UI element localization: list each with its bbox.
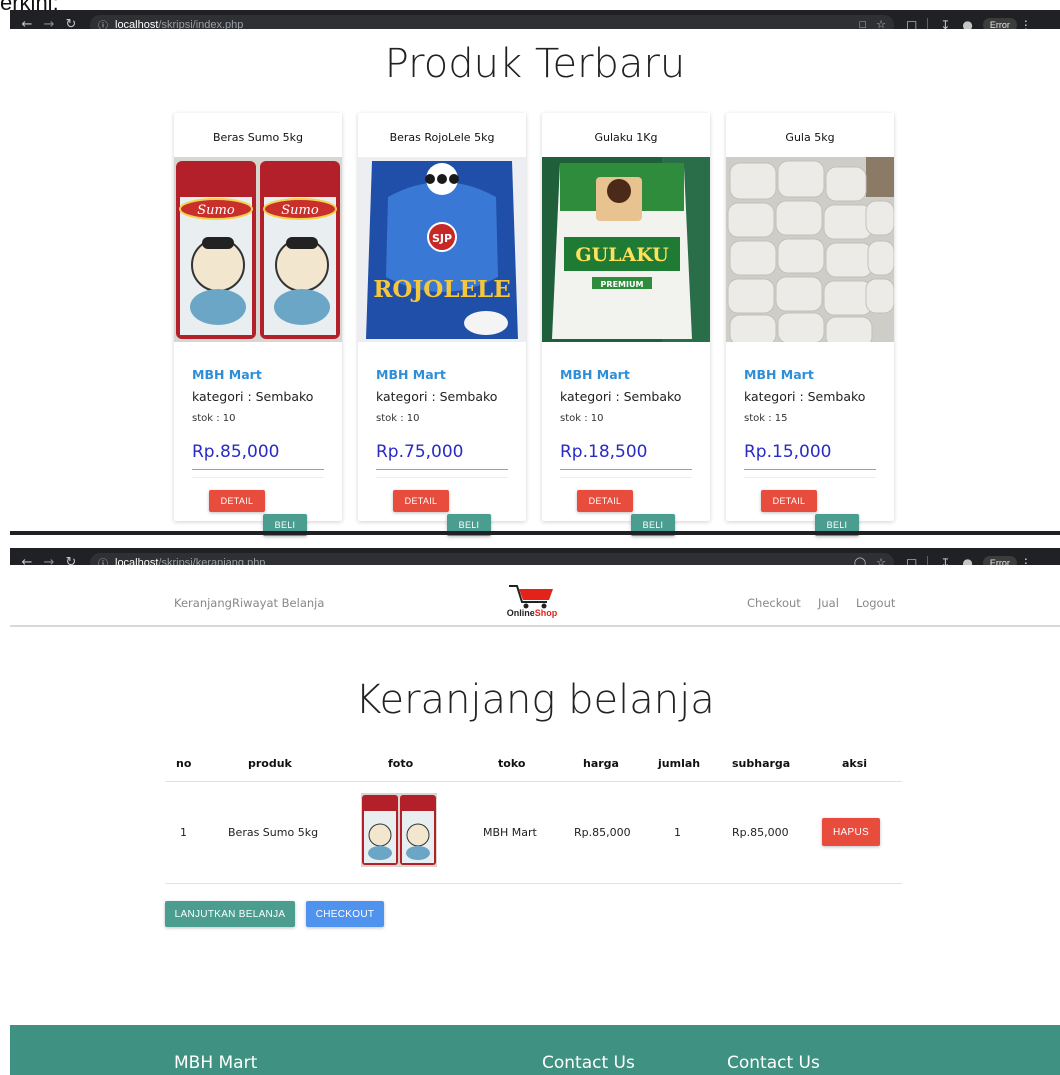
logo-text: OnlineShop bbox=[506, 608, 558, 618]
cart-page: Keranjang Riwayat Belanja OnlineShop Che… bbox=[10, 565, 1060, 1075]
product-name: Beras Sumo 5kg bbox=[212, 131, 304, 144]
nav-link-checkout[interactable]: Checkout bbox=[747, 596, 801, 610]
screenshot-divider bbox=[10, 531, 1060, 535]
product-stock: stok : 10 bbox=[376, 413, 420, 424]
products-page: Produk Terbaru Beras Sumo 5kg Sumo Sumo bbox=[10, 29, 1060, 536]
divider bbox=[560, 477, 692, 478]
price-underline bbox=[560, 469, 692, 470]
product-image[interactable] bbox=[726, 157, 894, 342]
column-header: foto bbox=[388, 757, 414, 770]
divider bbox=[376, 477, 508, 478]
nav-link-riwayat-belanja[interactable]: Riwayat Belanja bbox=[232, 596, 324, 610]
nav-link-jual[interactable]: Jual bbox=[818, 596, 839, 610]
product-category: kategori : Sembako bbox=[744, 389, 866, 404]
page-title: Produk Terbaru bbox=[384, 41, 686, 87]
product-photo bbox=[361, 793, 437, 867]
cell-store: MBH Mart bbox=[483, 826, 537, 839]
sumo-logo-text: Sumo bbox=[197, 203, 235, 218]
price-underline bbox=[744, 469, 876, 470]
premium-label-text: PREMIUM bbox=[601, 280, 644, 289]
product-stock: stok : 15 bbox=[744, 413, 788, 424]
site-footer: MBH Mart Contact Us Contact Us bbox=[10, 1025, 1060, 1075]
footer-contact-heading: Contact Us bbox=[727, 1053, 820, 1073]
divider bbox=[192, 477, 324, 478]
product-image[interactable]: SJP ROJOLELE bbox=[358, 157, 526, 342]
product-card: Gulaku 1Kg GULAKU PREMIUM MBH Mart kateg… bbox=[542, 113, 710, 536]
product-card: Beras RojoLele 5kg SJP ROJOLELE MBH Mart… bbox=[358, 113, 526, 536]
column-header: no bbox=[176, 757, 192, 770]
rojolele-logo-text: ROJOLELE bbox=[373, 276, 510, 303]
footer-contact-heading: Contact Us bbox=[542, 1053, 635, 1073]
divider bbox=[744, 477, 876, 478]
product-name: Beras RojoLele 5kg bbox=[389, 131, 495, 144]
cell-qty: 1 bbox=[674, 826, 681, 839]
shopping-cart-icon bbox=[509, 585, 553, 609]
detail-button[interactable]: DETAIL bbox=[209, 490, 265, 512]
table-header-rule bbox=[165, 781, 902, 782]
column-header: toko bbox=[498, 757, 526, 770]
site-logo[interactable]: OnlineShop bbox=[497, 582, 567, 622]
remove-button[interactable]: HAPUS bbox=[822, 818, 880, 846]
column-header: produk bbox=[248, 757, 292, 770]
store-name[interactable]: MBH Mart bbox=[560, 367, 630, 382]
nav-link-logout[interactable]: Logout bbox=[856, 596, 895, 610]
continue-shopping-button[interactable]: LANJUTKAN BELANJA bbox=[165, 901, 295, 927]
product-name: Gulaku 1Kg bbox=[594, 131, 658, 144]
price-underline bbox=[192, 469, 324, 470]
product-stock: stok : 10 bbox=[560, 413, 604, 424]
checkout-button[interactable]: CHECKOUT bbox=[306, 901, 384, 927]
product-price: Rp.15,000 bbox=[744, 442, 832, 462]
store-name[interactable]: MBH Mart bbox=[376, 367, 446, 382]
table-row-rule bbox=[165, 883, 902, 884]
gulaku-logo-text: GULAKU bbox=[575, 244, 669, 266]
nav-link-keranjang[interactable]: Keranjang bbox=[174, 596, 232, 610]
site-navbar: Keranjang Riwayat Belanja OnlineShop Che… bbox=[10, 565, 1060, 627]
sjp-logo-text: SJP bbox=[432, 232, 452, 245]
product-category: kategori : Sembako bbox=[192, 389, 314, 404]
product-category: kategori : Sembako bbox=[560, 389, 682, 404]
product-card: Gula 5kg MBH Mart kategori : Sembako sto… bbox=[726, 113, 894, 536]
column-header: aksi bbox=[842, 757, 868, 770]
product-name: Gula 5kg bbox=[785, 131, 835, 144]
product-card: Beras Sumo 5kg Sumo Sumo MBH Mart katego… bbox=[174, 113, 342, 536]
cell-subtotal: Rp.85,000 bbox=[732, 826, 789, 839]
cell-no: 1 bbox=[180, 826, 187, 839]
store-name[interactable]: MBH Mart bbox=[192, 367, 262, 382]
column-header: jumlah bbox=[658, 757, 701, 770]
footer-brand: MBH Mart bbox=[174, 1053, 258, 1073]
product-category: kategori : Sembako bbox=[376, 389, 498, 404]
product-image[interactable]: GULAKU PREMIUM bbox=[542, 157, 710, 342]
column-header: subharga bbox=[732, 757, 791, 770]
cell-product: Beras Sumo 5kg bbox=[228, 826, 319, 839]
sumo-logo-text: Sumo bbox=[281, 203, 319, 218]
product-stock: stok : 10 bbox=[192, 413, 236, 424]
product-price: Rp.85,000 bbox=[192, 442, 280, 462]
store-name[interactable]: MBH Mart bbox=[744, 367, 814, 382]
product-price: Rp.75,000 bbox=[376, 442, 464, 462]
column-header: harga bbox=[583, 757, 619, 770]
detail-button[interactable]: DETAIL bbox=[393, 490, 449, 512]
product-price: Rp.18,500 bbox=[560, 442, 648, 462]
cell-price: Rp.85,000 bbox=[574, 826, 631, 839]
page-title: Keranjang belanja bbox=[355, 677, 715, 723]
detail-button[interactable]: DETAIL bbox=[761, 490, 817, 512]
product-image[interactable]: Sumo Sumo bbox=[174, 157, 342, 342]
detail-button[interactable]: DETAIL bbox=[577, 490, 633, 512]
price-underline bbox=[376, 469, 508, 470]
